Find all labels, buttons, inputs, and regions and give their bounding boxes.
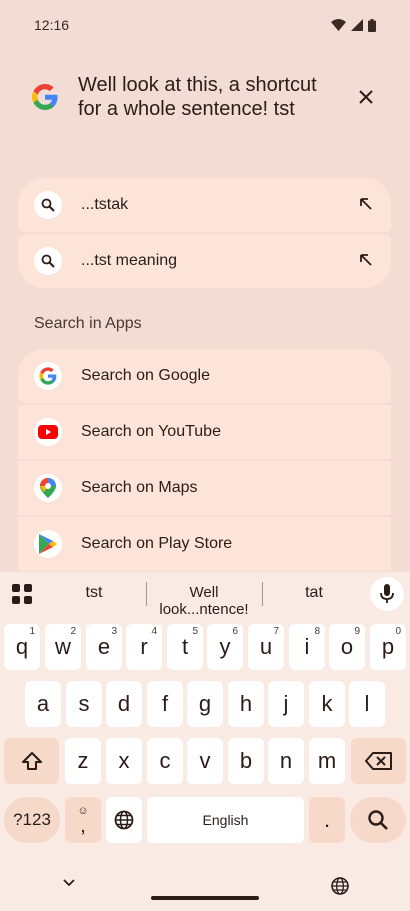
- key-j[interactable]: j: [268, 681, 304, 727]
- app-label: Search on Maps: [81, 479, 198, 496]
- search-google-item[interactable]: Search on Google: [18, 349, 391, 403]
- key-b[interactable]: b: [228, 738, 264, 784]
- key-a[interactable]: a: [25, 681, 61, 727]
- search-icon: [34, 191, 62, 219]
- hide-keyboard-chevron-icon[interactable]: [62, 878, 76, 888]
- section-heading: Search in Apps: [34, 315, 142, 332]
- backspace-icon: [364, 752, 392, 770]
- key-g[interactable]: g: [187, 681, 223, 727]
- key-n[interactable]: n: [268, 738, 304, 784]
- app-label: Search on Google: [81, 367, 210, 384]
- key-k[interactable]: k: [309, 681, 345, 727]
- search-query-text[interactable]: Well look at this, a shortcut for a whol…: [78, 73, 338, 121]
- google-logo-icon: [32, 84, 58, 110]
- status-time: 12:16: [34, 17, 70, 33]
- key-y[interactable]: y6: [207, 624, 243, 670]
- shift-icon: [21, 752, 42, 770]
- key-q[interactable]: q1: [4, 624, 40, 670]
- key-o[interactable]: o9: [329, 624, 365, 670]
- key-r[interactable]: r4: [126, 624, 162, 670]
- fill-query-arrow-icon[interactable]: [359, 253, 373, 267]
- wifi-icon: [331, 19, 346, 31]
- key-m[interactable]: m: [309, 738, 345, 784]
- suggestion-text: ...tstak: [81, 196, 129, 213]
- period-key[interactable]: .: [309, 797, 345, 843]
- close-icon: [359, 90, 373, 104]
- key-t[interactable]: t5: [167, 624, 203, 670]
- key-w[interactable]: w2: [45, 624, 81, 670]
- key-c[interactable]: c: [147, 738, 183, 784]
- navigation-bar: [0, 868, 410, 911]
- suggestion-item[interactable]: ...tst meaning: [18, 234, 391, 288]
- play-store-icon: [34, 530, 62, 558]
- key-l[interactable]: l: [349, 681, 385, 727]
- microphone-icon: [380, 584, 394, 603]
- space-key[interactable]: English: [147, 797, 304, 843]
- google-icon: [34, 362, 62, 390]
- keyboard-suggestion[interactable]: tat: [290, 584, 338, 602]
- suggestion-item[interactable]: ...tstak: [18, 178, 391, 232]
- battery-icon: [368, 18, 376, 32]
- maps-icon: [34, 474, 62, 502]
- suggestion-divider: [146, 582, 147, 606]
- cell-signal-icon: [351, 19, 363, 31]
- youtube-icon: [34, 418, 62, 446]
- key-i[interactable]: i8: [289, 624, 325, 670]
- suggestion-divider: [262, 582, 263, 606]
- key-h[interactable]: h: [228, 681, 264, 727]
- key-f[interactable]: f: [147, 681, 183, 727]
- suggestion-list: ...tstak ...tst meaning: [18, 178, 391, 288]
- keyboard: tst Well look...ntence! tat q1 w2 e3 r4 …: [0, 572, 410, 911]
- keyboard-suggestion-strip: tst Well look...ntence! tat: [0, 572, 410, 618]
- fill-query-arrow-icon[interactable]: [359, 197, 373, 211]
- suggestion-text: ...tst meaning: [81, 252, 178, 269]
- language-switch-key[interactable]: [106, 797, 142, 843]
- search-action-key[interactable]: [350, 797, 406, 843]
- key-x[interactable]: x: [106, 738, 142, 784]
- key-u[interactable]: u7: [248, 624, 284, 670]
- search-play-store-item[interactable]: Search on Play Store: [18, 517, 391, 571]
- globe-icon: [114, 810, 134, 830]
- key-d[interactable]: d: [106, 681, 142, 727]
- search-header: Well look at this, a shortcut for a whol…: [30, 70, 385, 130]
- home-gesture-pill[interactable]: [151, 896, 259, 900]
- keyboard-suggestion[interactable]: Well look...ntence!: [148, 584, 260, 618]
- keyboard-suggestion[interactable]: tst: [70, 584, 118, 602]
- key-p[interactable]: p0: [370, 624, 406, 670]
- search-maps-item[interactable]: Search on Maps: [18, 461, 391, 515]
- keyboard-apps-grid-icon[interactable]: [11, 583, 33, 605]
- backspace-key[interactable]: [351, 738, 406, 784]
- key-s[interactable]: s: [66, 681, 102, 727]
- app-label: Search on Play Store: [81, 535, 233, 552]
- status-icons: [331, 18, 376, 32]
- key-z[interactable]: z: [65, 738, 101, 784]
- voice-input-button[interactable]: [370, 577, 404, 611]
- clear-search-button[interactable]: [355, 86, 377, 108]
- shift-key[interactable]: [4, 738, 59, 784]
- search-youtube-item[interactable]: Search on YouTube: [18, 405, 391, 459]
- symbols-key[interactable]: ?123: [4, 797, 60, 843]
- status-bar: 12:16: [0, 0, 410, 50]
- search-in-apps-list: Search on Google Search on YouTube Searc…: [18, 349, 391, 571]
- key-e[interactable]: e3: [86, 624, 122, 670]
- search-icon: [34, 247, 62, 275]
- search-icon: [368, 810, 388, 830]
- globe-icon[interactable]: [330, 876, 350, 896]
- key-v[interactable]: v: [187, 738, 223, 784]
- comma-emoji-key[interactable]: ☺ ,: [65, 797, 101, 843]
- app-label: Search on YouTube: [81, 423, 221, 440]
